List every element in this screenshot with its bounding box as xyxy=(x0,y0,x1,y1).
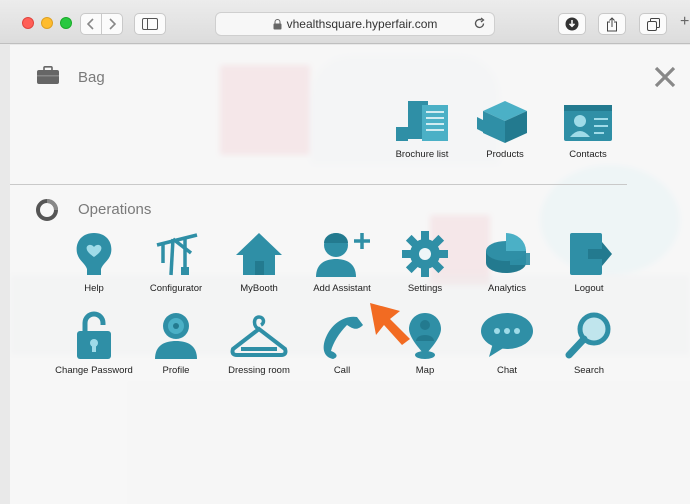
reload-icon[interactable] xyxy=(473,17,486,30)
chevron-right-icon xyxy=(109,18,116,30)
lock-icon xyxy=(273,18,282,29)
crane-icon xyxy=(156,233,198,276)
contacts-button[interactable]: Contacts xyxy=(546,99,630,160)
dressing-room-button[interactable]: Dressing room xyxy=(217,311,301,376)
contact-card-icon xyxy=(564,105,612,141)
section-divider xyxy=(10,184,627,185)
profile-label: Profile xyxy=(162,365,190,376)
operations-title: Operations xyxy=(78,201,152,218)
briefcase-icon xyxy=(37,66,59,84)
mybooth-button[interactable]: MyBooth xyxy=(217,229,301,294)
operations-ring-icon xyxy=(36,199,58,221)
chat-button[interactable]: Chat xyxy=(465,311,549,376)
map-label: Map xyxy=(415,365,435,376)
house-icon xyxy=(236,233,282,275)
share-button[interactable] xyxy=(598,13,626,35)
analytics-button[interactable]: Analytics xyxy=(465,229,549,294)
phone-icon xyxy=(323,316,363,359)
forward-button[interactable] xyxy=(101,13,123,35)
logout-label: Logout xyxy=(574,283,604,294)
page-viewport: Bag Brochure list Products Contacts Oper… xyxy=(10,45,690,504)
profile-button[interactable]: Profile xyxy=(134,311,218,376)
minimize-window-button[interactable] xyxy=(41,17,53,29)
padlock-icon xyxy=(77,311,111,359)
products-cube-icon xyxy=(477,101,527,143)
sidebar-icon xyxy=(142,18,158,30)
add-assistant-label: Add Assistant xyxy=(313,283,371,294)
settings-button[interactable]: Settings xyxy=(383,229,467,294)
close-icon[interactable] xyxy=(653,65,677,89)
settings-label: Settings xyxy=(407,283,443,294)
fullscreen-window-button[interactable] xyxy=(60,17,72,29)
products-button[interactable]: Products xyxy=(463,99,547,160)
pointer-arrow-icon xyxy=(370,303,410,345)
add-assistant-icon xyxy=(316,233,370,277)
pie-chart-icon xyxy=(486,233,530,273)
brochure-list-label: Brochure list xyxy=(395,149,449,160)
products-label: Products xyxy=(486,149,524,160)
change-password-label: Change Password xyxy=(55,365,133,376)
browser-toolbar: vhealthsquare.hyperfair.com + xyxy=(0,0,690,44)
gear-icon xyxy=(402,231,448,277)
brochure-list-button[interactable]: Brochure list xyxy=(380,99,464,160)
help-head-icon xyxy=(76,233,112,275)
call-label: Call xyxy=(333,365,351,376)
share-icon xyxy=(607,16,617,31)
mybooth-label: MyBooth xyxy=(240,283,278,294)
url-text: vhealthsquare.hyperfair.com xyxy=(286,17,438,31)
logout-icon xyxy=(570,233,612,275)
close-window-button[interactable] xyxy=(22,17,34,29)
logout-button[interactable]: Logout xyxy=(547,229,631,294)
dressing-room-label: Dressing room xyxy=(228,365,290,376)
configurator-button[interactable]: Configurator xyxy=(134,229,218,294)
tabs-icon xyxy=(646,17,660,31)
profile-icon xyxy=(155,313,197,359)
downloads-button[interactable] xyxy=(558,13,586,35)
search-label: Search xyxy=(573,365,605,376)
hanger-icon xyxy=(230,315,288,357)
add-assistant-button[interactable]: Add Assistant xyxy=(300,229,384,294)
search-button[interactable]: Search xyxy=(547,311,631,376)
chevron-left-icon xyxy=(87,18,94,30)
configurator-label: Configurator xyxy=(149,283,203,294)
operations-overlay-panel: Bag Brochure list Products Contacts Oper… xyxy=(10,45,690,504)
back-button[interactable] xyxy=(80,13,102,35)
help-button[interactable]: Help xyxy=(52,229,136,294)
help-label: Help xyxy=(84,283,104,294)
bag-title: Bag xyxy=(78,69,105,86)
chat-label: Chat xyxy=(496,365,518,376)
contacts-label: Contacts xyxy=(569,149,607,160)
magnifier-icon xyxy=(565,312,611,359)
sidebar-toggle-button[interactable] xyxy=(134,13,166,35)
brochure-icon xyxy=(396,101,448,141)
change-password-button[interactable]: Change Password xyxy=(52,311,136,376)
download-icon xyxy=(565,17,579,31)
analytics-label: Analytics xyxy=(487,283,526,294)
address-bar[interactable]: vhealthsquare.hyperfair.com xyxy=(215,12,495,36)
new-tab-button[interactable]: + xyxy=(680,13,690,35)
chat-bubble-icon xyxy=(481,313,533,357)
show-tabs-button[interactable] xyxy=(639,13,667,35)
